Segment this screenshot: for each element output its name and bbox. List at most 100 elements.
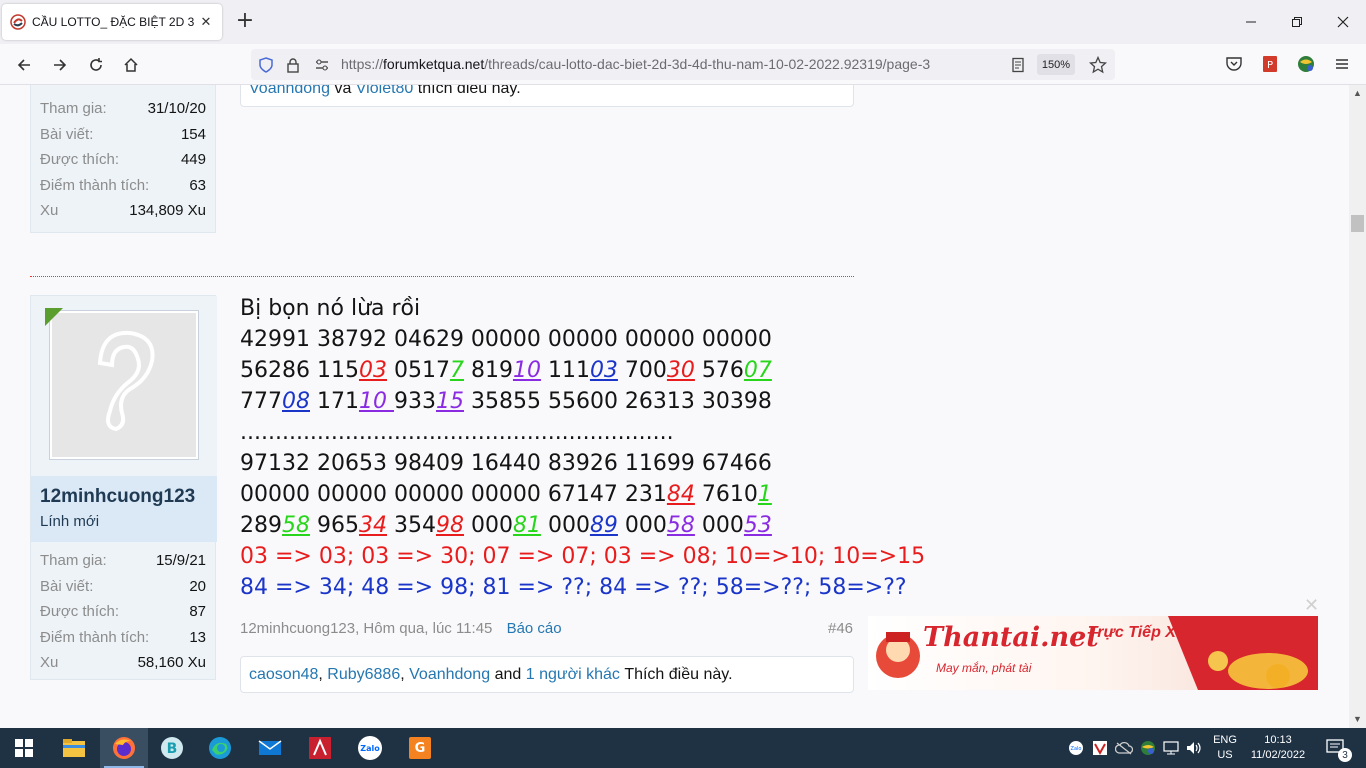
restore-button[interactable] bbox=[1274, 0, 1320, 44]
stat-value: 15/9/21 bbox=[155, 552, 206, 570]
ad-close-icon[interactable]: ✕ bbox=[1304, 595, 1319, 616]
antivirus-tray-icon[interactable] bbox=[1090, 728, 1110, 768]
windows-logo-icon bbox=[15, 739, 33, 757]
post-author-link[interactable]: 12minhcuong123 bbox=[240, 620, 355, 637]
file-explorer-button[interactable] bbox=[50, 728, 98, 768]
reload-button[interactable] bbox=[83, 52, 109, 78]
foxit-button[interactable]: G bbox=[396, 728, 444, 768]
svg-text:Zalo: Zalo bbox=[360, 744, 380, 753]
like-user-link[interactable]: Voanhdong bbox=[409, 666, 490, 684]
likes-and-text: and bbox=[494, 665, 522, 683]
autocad-button[interactable] bbox=[296, 728, 344, 768]
zalo-button[interactable]: Zalo bbox=[346, 728, 394, 768]
username-link[interactable]: 12minhcuong123 bbox=[40, 486, 195, 508]
likes-bar: caoson48, Ruby6886, Voanhdong and 1 ngườ… bbox=[240, 656, 854, 693]
like-user-link[interactable]: Voanhdong bbox=[249, 85, 330, 98]
page-scrollbar[interactable]: ▲ ▼ bbox=[1349, 85, 1366, 728]
stat-label: Bài viết: bbox=[40, 125, 94, 143]
bookmark-star-icon[interactable] bbox=[1089, 56, 1107, 74]
scroll-thumb[interactable] bbox=[1351, 215, 1364, 232]
prev-post-likes-bar: Voanhdong và Violet80 thích điều này. bbox=[240, 85, 854, 107]
globe-tray-icon[interactable] bbox=[1138, 728, 1158, 768]
ad-brand: Thantai.net bbox=[923, 622, 1099, 653]
ad-banner[interactable]: Thantai.net May mắn, phát tài - Trực Tiế… bbox=[868, 616, 1318, 690]
forward-button[interactable] bbox=[47, 52, 73, 78]
question-mark-avatar-icon bbox=[52, 313, 196, 457]
clock[interactable]: 10:13 11/02/2022 bbox=[1244, 728, 1312, 768]
stat-label: Điểm thành tích: bbox=[40, 176, 150, 194]
mail-icon bbox=[258, 740, 282, 755]
pdf-extension-icon[interactable]: P bbox=[1258, 52, 1282, 76]
stat-row: Xu 134,809 Xu bbox=[31, 198, 215, 224]
svg-text:Zalo: Zalo bbox=[1071, 746, 1082, 752]
post-separator bbox=[30, 276, 854, 277]
stat-row: Tham gia: 15/9/21 bbox=[31, 548, 215, 574]
zoom-level-button[interactable]: 150% bbox=[1037, 54, 1075, 75]
post-line: 56286 11503 05177 81910 11103 70030 5760… bbox=[240, 358, 772, 383]
reader-view-icon[interactable] bbox=[1009, 56, 1027, 74]
pocket-icon[interactable] bbox=[1222, 52, 1246, 76]
stat-value: 154 bbox=[180, 125, 206, 143]
tab-close-icon[interactable]: ✕ bbox=[198, 15, 214, 30]
like-user-link[interactable]: Violet80 bbox=[356, 85, 414, 98]
close-window-button[interactable] bbox=[1320, 0, 1366, 44]
stat-row: Bài viết: 154 bbox=[31, 122, 215, 148]
volume-tray-icon[interactable] bbox=[1184, 728, 1204, 768]
stat-value: 13 bbox=[189, 628, 206, 646]
language-indicator[interactable]: ENG US bbox=[1208, 728, 1242, 768]
windows-taskbar: B Zalo G Zalo ENG US 10:13 11/02/2022 3 bbox=[0, 728, 1366, 768]
edge-button[interactable] bbox=[196, 728, 244, 768]
like-others-link[interactable]: 1 người khác bbox=[526, 666, 620, 684]
clock-date: 11/02/2022 bbox=[1250, 749, 1306, 761]
menu-icon[interactable] bbox=[1330, 52, 1354, 76]
app-b-button[interactable]: B bbox=[148, 728, 196, 768]
start-button[interactable] bbox=[0, 728, 48, 768]
stat-value: 449 bbox=[180, 151, 206, 169]
username-area: 12minhcuong123 Lính mới bbox=[31, 476, 217, 542]
stat-row: Xu 58,160 Xu bbox=[31, 650, 215, 676]
home-icon bbox=[124, 57, 138, 72]
home-button[interactable] bbox=[118, 52, 144, 78]
user-title: Lính mới bbox=[40, 513, 100, 530]
zalo-tray-icon[interactable]: Zalo bbox=[1066, 728, 1086, 768]
permissions-icon[interactable] bbox=[313, 56, 331, 74]
new-tab-button[interactable]: + bbox=[234, 10, 256, 34]
likes-suffix-text: thích điều này. bbox=[417, 85, 521, 97]
zalo-icon: Zalo bbox=[358, 736, 382, 760]
site-favicon-icon bbox=[10, 14, 26, 30]
stat-row: Điểm thành tích: 63 bbox=[31, 173, 215, 199]
globe-extension-icon[interactable] bbox=[1294, 52, 1318, 76]
browser-tab[interactable]: CẦU LOTTO_ ĐẶC BIỆT 2D 3D 4D THỨ NĂM ✕ bbox=[2, 4, 222, 40]
notification-center-button[interactable]: 3 bbox=[1316, 728, 1356, 768]
edge-icon bbox=[209, 737, 231, 759]
post-time[interactable]: , Hôm qua, lúc 11:45 bbox=[355, 620, 492, 637]
like-user-link[interactable]: caoson48 bbox=[249, 666, 318, 684]
post-line: 97132 20653 98409 16440 83926 11699 6746… bbox=[240, 451, 772, 476]
scroll-down-icon[interactable]: ▼ bbox=[1349, 711, 1366, 728]
mail-button[interactable] bbox=[246, 728, 294, 768]
minimize-button[interactable] bbox=[1228, 0, 1274, 44]
like-user-link[interactable]: Ruby6886 bbox=[327, 666, 400, 684]
firefox-button[interactable] bbox=[100, 728, 148, 768]
cloud-tray-icon[interactable] bbox=[1114, 728, 1134, 768]
post-body: Bị bọn nó lừa rồi 42991 38792 04629 0000… bbox=[240, 293, 925, 603]
network-tray-icon[interactable] bbox=[1161, 728, 1181, 768]
online-badge-icon bbox=[45, 308, 63, 326]
shield-icon[interactable] bbox=[257, 56, 275, 74]
ad-slogan: May mắn, phát tài bbox=[936, 661, 1032, 675]
tab-strip: CẦU LOTTO_ ĐẶC BIỆT 2D 3D 4D THỨ NĂM ✕ + bbox=[0, 0, 1366, 44]
post-line: 84 => 34; 48 => 98; 81 => ??; 84 => ??; … bbox=[240, 575, 907, 600]
report-link[interactable]: Báo cáo bbox=[507, 620, 562, 637]
stat-label: Bài viết: bbox=[40, 577, 94, 595]
close-icon bbox=[1337, 16, 1349, 28]
avatar[interactable] bbox=[49, 310, 199, 460]
svg-text:B: B bbox=[167, 741, 178, 757]
url-text[interactable]: https://forumketqua.net/threads/cau-lott… bbox=[341, 56, 930, 72]
address-bar[interactable]: https://forumketqua.net/threads/cau-lott… bbox=[251, 49, 1115, 80]
scroll-up-icon[interactable]: ▲ bbox=[1349, 85, 1366, 102]
post-number-link[interactable]: #46 bbox=[828, 620, 853, 637]
likes-suffix-text: Thích điều này. bbox=[624, 665, 733, 683]
lock-icon[interactable] bbox=[284, 56, 302, 74]
back-button[interactable] bbox=[11, 52, 37, 78]
page-content: Voanhdong và Violet80 thích điều này. Th… bbox=[0, 85, 1366, 728]
